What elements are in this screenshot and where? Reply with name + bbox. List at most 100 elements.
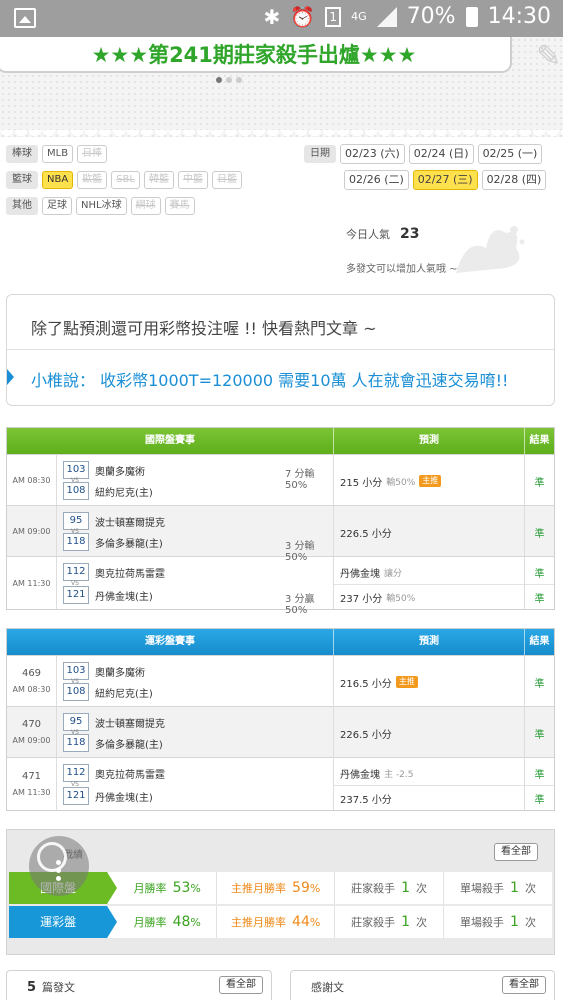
thanks-view-all-button[interactable]: 看全部 (502, 976, 546, 994)
notice-line-1[interactable]: 除了點預測還可用彩幣投注喔 !! 快看熱門文章 ~ (31, 315, 377, 339)
record-row: 運彩盤 月勝率 48% 主推月勝率 44% 莊家殺手 1 次單場殺手 1 次 (9, 906, 552, 938)
prediction[interactable]: 237 小分 輸50% (340, 590, 415, 605)
match-time: AM 09:00 (12, 526, 51, 536)
table-row: 471 AM 11:30 112 奧克拉荷馬雷霆 VS 121 丹佛金塊(主) 丹佛金塊主 -… (7, 757, 554, 810)
away-team[interactable]: 112 奧克拉荷馬雷霆 (63, 764, 165, 782)
home-team[interactable]: 118 多倫多暴龍(主) (63, 533, 163, 551)
popularity-hint: 多發文可以增加人氣哦 ~ (346, 264, 458, 275)
prediction-text: 226.5 小分 (340, 729, 392, 741)
posts-count: 5 (27, 980, 37, 995)
gallery-icon (14, 8, 36, 28)
signal-icon (376, 6, 397, 27)
divider (525, 583, 554, 585)
times-unit: 次 (416, 916, 428, 929)
filter-row: 籃球 NBA 歐籃 SBL 韓籃 中籃 日籃 (6, 170, 296, 190)
filter-chip[interactable]: NBA (42, 171, 74, 189)
killer-count: 1 (401, 914, 411, 930)
record-view-all-button[interactable]: 看全部 (494, 843, 538, 861)
filter-chip[interactable]: SBL (111, 171, 140, 189)
filter-chip[interactable]: MLB (42, 145, 74, 163)
times-unit: 次 (524, 916, 536, 929)
divider (7, 349, 554, 350)
bluetooth-icon: ✱ (263, 4, 281, 29)
handicap-line: 7 分輸50% (285, 469, 315, 491)
carousel-dot[interactable] (236, 77, 242, 83)
filter-chip[interactable]: NHL冰球 (76, 197, 127, 215)
main-pick-rate-label: 主推月勝率 (231, 882, 287, 895)
banner-slide[interactable]: ★★★第241期莊家殺手出爐★★★ (0, 37, 512, 73)
result-cell: 準準 (525, 557, 554, 609)
home-number: 118 (63, 533, 89, 551)
filter-chip[interactable]: 日棒 (77, 145, 108, 163)
header-prediction: 預測 (334, 428, 525, 454)
date-chip[interactable]: 02/25 (一) (477, 144, 543, 164)
battery-percent: 70% (406, 4, 456, 29)
home-name: 多倫多暴龍(主) (95, 739, 163, 751)
filter-chip[interactable]: 足球 (42, 197, 72, 215)
home-team[interactable]: 118 多倫多暴龍(主) (63, 734, 163, 752)
prediction[interactable]: 215 小分 輸50% 主推 (340, 474, 442, 489)
carousel-dot[interactable] (226, 77, 232, 83)
banner-carousel: ★★★第241期莊家殺手出爐★★★ ✎ (0, 37, 563, 137)
prediction[interactable]: 226.5 小分 (340, 525, 392, 540)
away-name: 奧蘭多魔術 (95, 667, 145, 679)
filter-chip[interactable]: 日籃 (211, 171, 242, 189)
prediction-cell: 丹佛金塊 讓分 237 小分 輸50% (334, 557, 525, 609)
main-pick-rate-cell: 主推月勝率 59% (216, 872, 334, 904)
filter-chip[interactable]: 歐籃 (77, 171, 108, 189)
teams-cell: 103 奧蘭多魔術 VS 108 紐約尼克(主) (57, 656, 334, 706)
prediction[interactable]: 216.5 小分 主推 (340, 675, 418, 690)
home-name: 丹佛金塊(主) (95, 792, 153, 804)
teams-cell: 103 奧蘭多魔術 VS 108 紐約尼克(主) 7 分輸50% (57, 455, 334, 505)
clock: 14:30 (487, 4, 551, 29)
date-chip[interactable]: 02/24 (日) (408, 144, 474, 164)
prediction[interactable]: 226.5 小分 (340, 726, 392, 741)
result-mark: 準 (534, 594, 545, 605)
single-killer-label: 單場殺手 (460, 916, 505, 929)
prediction-text: 237.5 小分 (340, 795, 392, 806)
table-row: 470 AM 09:00 95 波士頓塞爾提克 VS 118 多倫多暴龍(主) 226.5 小… (7, 706, 554, 757)
single-killer-cell: 單場殺手 1 次 (443, 872, 552, 904)
record-row: 國際盤月勝率53%主推月勝率59%莊家殺手1次單場殺手1次 (9, 872, 552, 904)
filter-chip[interactable]: 中籃 (177, 171, 208, 189)
notice-box: 除了點預測還可用彩幣投注喔 !! 快看熱門文章 ~ 小椎說： 收彩幣1000T=… (6, 294, 555, 406)
home-team[interactable]: 121 丹佛金塊(主) (63, 787, 153, 805)
filter-chip[interactable]: 韓籃 (143, 171, 174, 189)
banner-next-icon[interactable]: ✎ (536, 39, 561, 74)
away-team[interactable]: 112 奧克拉荷馬雷霆 (63, 563, 165, 581)
home-number: 121 (63, 586, 89, 604)
date-chip[interactable]: 02/28 (四) (481, 170, 547, 190)
posts-view-all-button[interactable]: 看全部 (219, 976, 263, 994)
date-chip[interactable]: 02/23 (六) (340, 144, 405, 164)
date-chip[interactable]: 02/26 (二) (344, 170, 409, 190)
popularity-label: 今日人氣 (346, 228, 390, 241)
game-id: 470 (21, 719, 42, 730)
filter-category: 其他 (6, 197, 38, 215)
times-unit: 次 (524, 882, 536, 895)
thanks-title: 感謝文 (311, 981, 344, 994)
filter-chip[interactable]: 網球 (130, 197, 161, 215)
prediction[interactable]: 237.5 小分 (340, 791, 392, 806)
carousel-dot[interactable] (216, 77, 222, 83)
home-team[interactable]: 108 紐約尼克(主) (63, 683, 153, 701)
home-name: 丹佛金塊(主) (95, 591, 153, 603)
date-chip[interactable]: 02/27 (三) (412, 170, 478, 190)
killer-count: 1 (401, 880, 411, 896)
win-rate-label: 月勝率 (133, 882, 167, 895)
filter-chip[interactable]: 賽馬 (164, 197, 195, 215)
prediction-cell: 226.5 小分 (334, 506, 525, 556)
home-number: 118 (63, 734, 89, 752)
home-team[interactable]: 108 紐約尼克(主) (63, 482, 153, 500)
prediction-text: 丹佛金塊 (340, 770, 380, 781)
result-mark: 準 (534, 678, 545, 690)
table-header: 運彩盤賽事 預測 結果 (7, 629, 554, 655)
status-bar: ✱ ⏰ 1 4G 70% 14:30 (0, 0, 563, 37)
notice-line-2[interactable]: 小椎說： 收彩幣1000T=120000 需要10萬 人在就會迅速交易唷!! (31, 367, 508, 391)
prediction[interactable]: 丹佛金塊 讓分 (340, 565, 402, 580)
floating-menu-button[interactable] (29, 836, 89, 896)
home-number: 108 (63, 683, 89, 701)
home-team[interactable]: 121 丹佛金塊(主) (63, 586, 153, 604)
header-prediction: 預測 (334, 629, 525, 655)
prediction-text: 215 小分 (340, 477, 383, 489)
prediction[interactable]: 丹佛金塊主 -2.5 (340, 766, 413, 781)
